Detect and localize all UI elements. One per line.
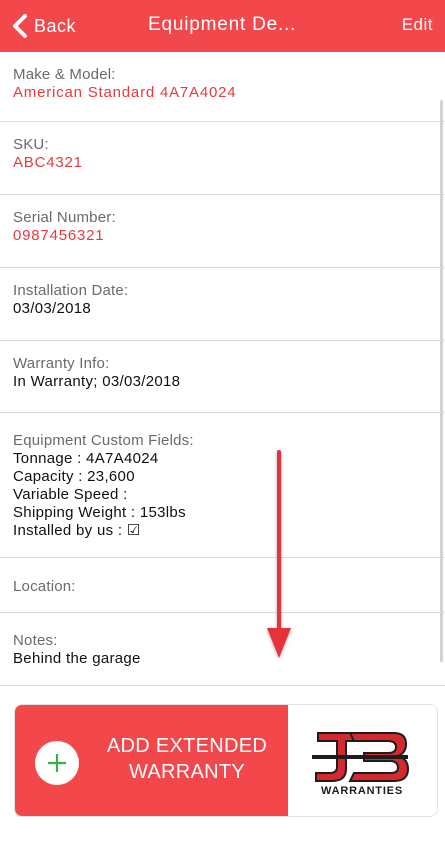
serial-number-value[interactable]: 0987456321 <box>13 227 432 245</box>
installation-date-label: Installation Date: <box>13 282 129 299</box>
back-button[interactable]: Back <box>12 12 76 40</box>
custom-field-installed-by-us: Installed by us : ☑ <box>13 522 141 539</box>
serial-number-label: Serial Number: <box>13 209 116 226</box>
sku-label: SKU: <box>13 136 49 153</box>
banner-line-1: ADD EXTENDED <box>106 735 268 757</box>
jb-warranties-logo-panel: WARRANTIES <box>288 705 437 816</box>
custom-fields-label: Equipment Custom Fields: <box>13 432 194 449</box>
page-title: Equipment De... <box>148 14 297 35</box>
notes-value: Behind the garage <box>13 650 141 667</box>
add-extended-warranty-label: ADD EXTENDED WARRANTY <box>97 733 277 785</box>
warranty-info-row: Warranty Info: In Warranty; 03/03/2018 <box>0 341 445 413</box>
serial-number-row: Serial Number: 0987456321 <box>0 195 445 268</box>
nav-bar: Back Equipment De... Edit <box>0 0 445 52</box>
location-label: Location: <box>13 578 76 595</box>
custom-fields-row: Equipment Custom Fields: Tonnage : 4A7A4… <box>0 413 445 558</box>
arrow-down-icon <box>264 450 294 667</box>
make-model-row: Make & Model: American Standard 4A7A4024 <box>0 52 445 122</box>
plus-circle-icon <box>35 741 79 785</box>
location-row: Location: <box>0 558 445 613</box>
sku-value[interactable]: ABC4321 <box>13 154 432 172</box>
custom-field-tonnage: Tonnage : 4A7A4024 <box>13 450 159 467</box>
sku-row: SKU: ABC4321 <box>0 122 445 195</box>
installation-date-row: Installation Date: 03/03/2018 <box>0 268 445 341</box>
warranty-info-value: In Warranty; 03/03/2018 <box>13 373 181 390</box>
equipment-details-list: Make & Model: American Standard 4A7A4024… <box>0 52 445 686</box>
notes-row: Notes: Behind the garage <box>0 613 445 686</box>
add-warranty-button[interactable]: ADD EXTENDED WARRANTY <box>15 705 288 816</box>
custom-field-shipping-weight: Shipping Weight : 153lbs <box>13 504 186 521</box>
notes-label: Notes: <box>13 632 58 649</box>
custom-field-capacity: Capacity : 23,600 <box>13 468 135 485</box>
edit-button[interactable]: Edit <box>402 15 433 35</box>
scrollbar[interactable] <box>440 100 443 662</box>
banner-line-2: WARRANTY <box>128 761 246 783</box>
back-label: Back <box>34 15 77 36</box>
jb-warranties-logo: WARRANTIES <box>310 729 414 802</box>
custom-field-variable-speed: Variable Speed : <box>13 486 128 503</box>
logo-wordmark: WARRANTIES <box>321 785 403 797</box>
make-model-value[interactable]: American Standard 4A7A4024 <box>13 84 432 102</box>
add-extended-warranty-banner[interactable]: ADD EXTENDED WARRANTY WARRANTIES <box>14 704 438 817</box>
installation-date-value: 03/03/2018 <box>13 300 92 317</box>
chevron-left-icon <box>12 13 28 39</box>
warranty-info-label: Warranty Info: <box>13 355 110 372</box>
make-model-label: Make & Model: <box>13 66 116 83</box>
